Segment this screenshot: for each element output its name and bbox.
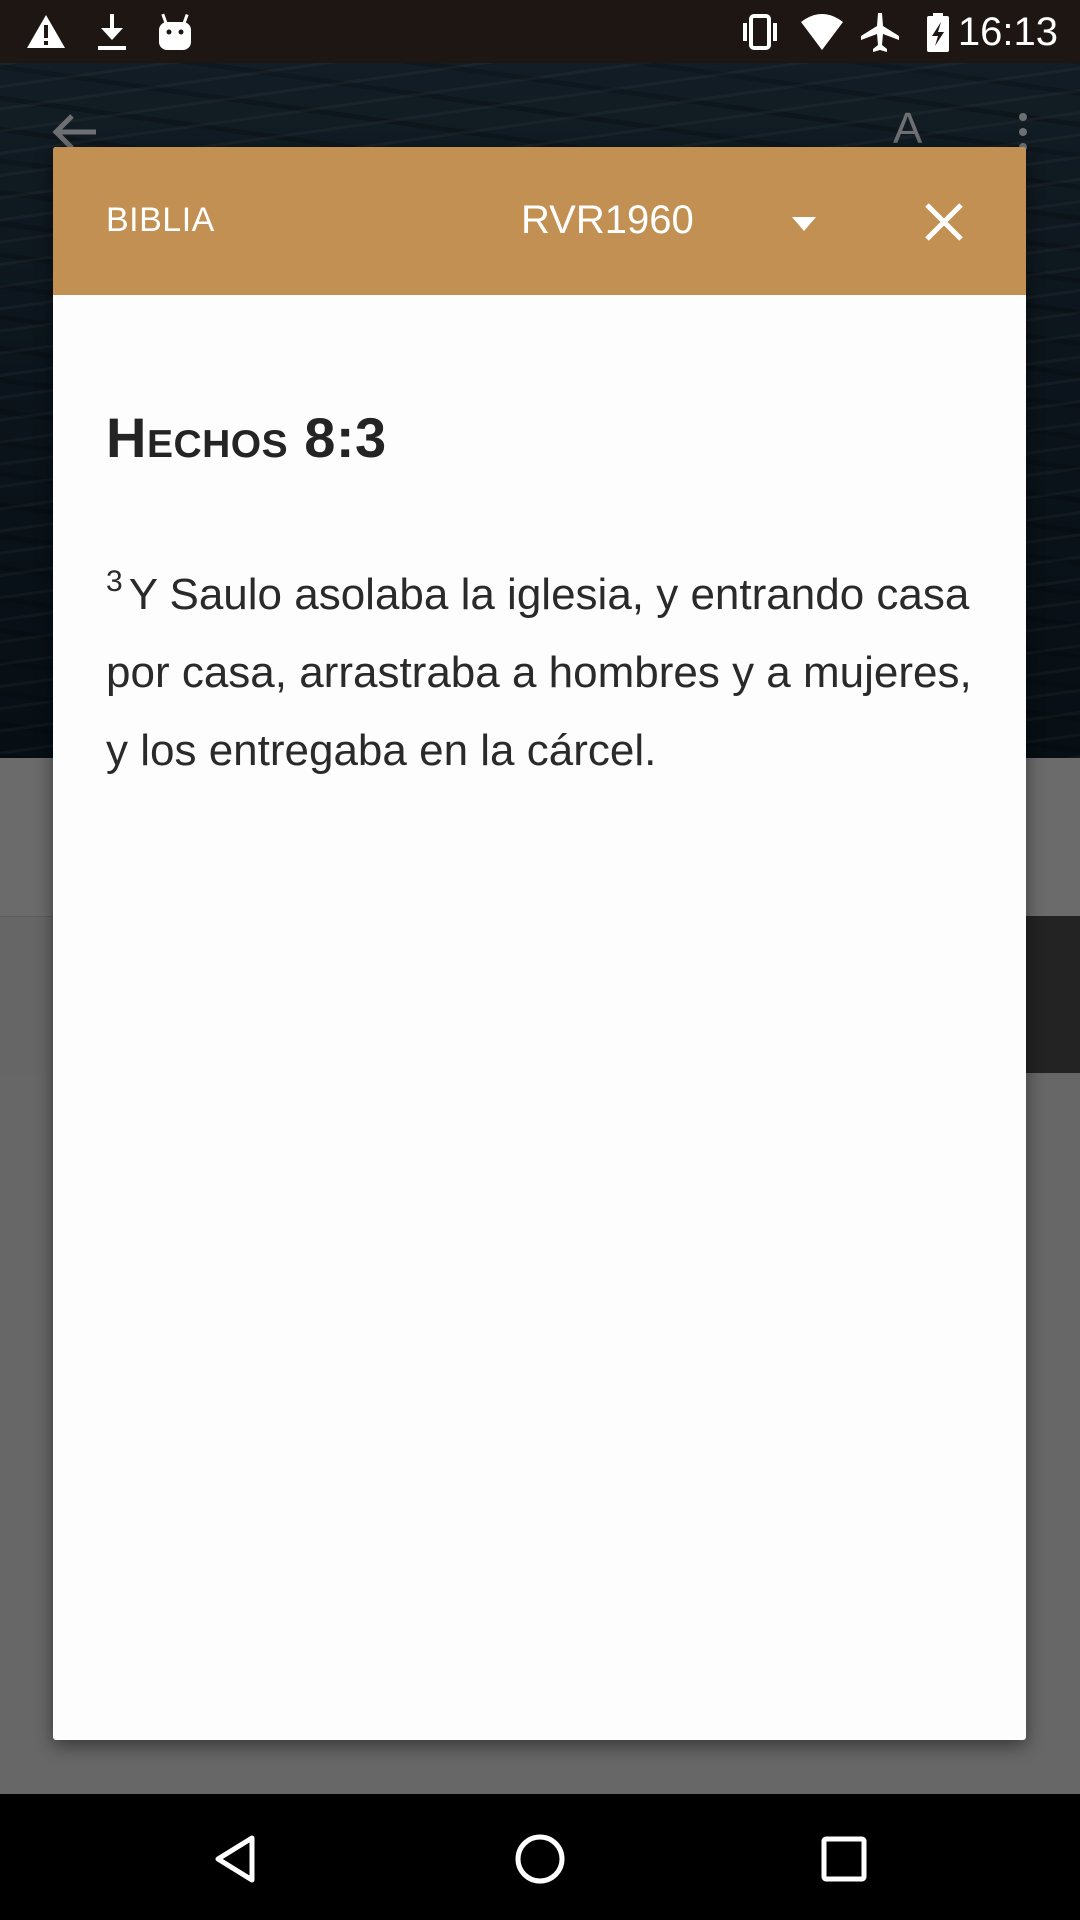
- status-bar: 16:13: [0, 0, 1080, 63]
- more-options-icon: [1019, 113, 1027, 151]
- dialog-header: BIBLIA RVR1960: [53, 147, 1026, 295]
- verse-text: Y Saulo asolaba la iglesia, y entrando c…: [106, 570, 972, 775]
- recents-square-icon[interactable]: [817, 1832, 871, 1886]
- status-time: 16:13: [957, 10, 1058, 54]
- dialog-title: BIBLIA: [106, 201, 215, 239]
- back-arrow-icon: [52, 114, 96, 150]
- verse-dialog: BIBLIA RVR1960 Hechos 8:3 3Y Saulo asola…: [53, 147, 1026, 1740]
- back-triangle-icon[interactable]: [210, 1832, 264, 1886]
- download-icon: [98, 14, 126, 50]
- vibrate-icon: [743, 14, 777, 50]
- version-selector[interactable]: RVR1960: [521, 197, 694, 243]
- navigation-bar: [0, 1794, 1080, 1920]
- warning-icon: [27, 15, 65, 48]
- home-circle-icon[interactable]: [513, 1832, 567, 1886]
- background-panel-dark: [1020, 916, 1080, 1073]
- wifi-icon: [801, 14, 843, 50]
- android-icon: [159, 13, 191, 50]
- battery-charging-icon: [927, 13, 949, 52]
- verse-text-block: 3Y Saulo asolaba la iglesia, y entrando …: [106, 543, 986, 790]
- close-icon[interactable]: [921, 199, 967, 245]
- airplane-mode-icon: [861, 13, 899, 52]
- verse-number: 3: [106, 565, 123, 598]
- dropdown-arrow-icon[interactable]: [784, 213, 824, 237]
- verse-reference: Hechos 8:3: [106, 406, 387, 469]
